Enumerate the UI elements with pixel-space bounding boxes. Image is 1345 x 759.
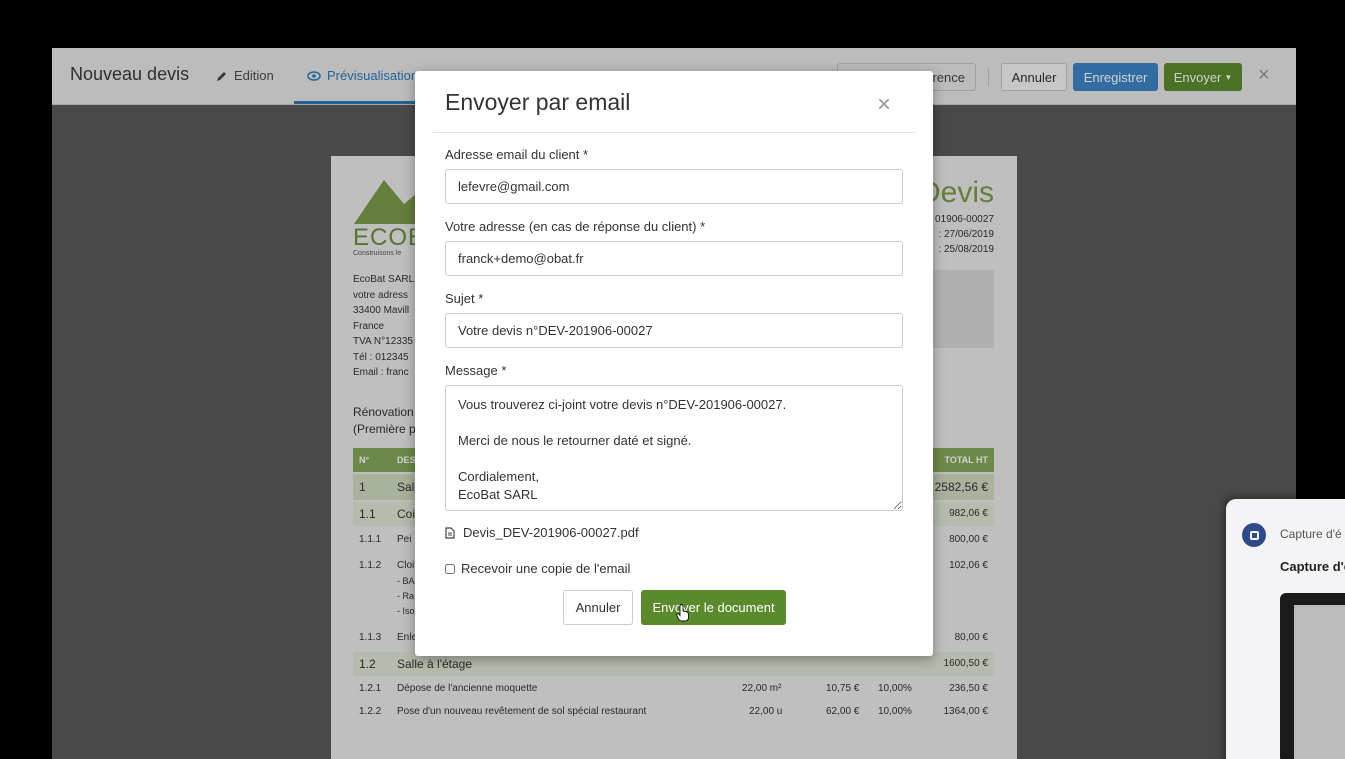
screen: Nouveau devis Edition Prévisualisation r… [0,0,1345,759]
reply-address-label: Votre adresse (en cas de réponse du clie… [445,219,706,234]
capture-notification[interactable]: Capture d'é Capture d'é [1226,499,1345,759]
client-email-field[interactable] [445,169,903,204]
modal-divider [433,132,915,133]
subject-field[interactable] [445,313,903,348]
hand-cursor-icon [676,604,689,622]
modal-close-icon[interactable]: × [877,91,891,119]
screenshot-icon [1242,523,1266,547]
send-email-modal: Envoyer par email × Adresse email du cli… [415,71,933,656]
message-textarea[interactable]: Vous trouverez ci-joint votre devis n°DE… [445,385,903,511]
capture-thumbnail[interactable] [1280,593,1345,759]
send-document-button[interactable]: Envoyer le document [641,590,786,625]
attachment[interactable]: Devis_DEV-201906-00027.pdf [445,525,639,540]
attachment-filename: Devis_DEV-201906-00027.pdf [463,525,639,540]
copy-checkbox[interactable] [445,563,455,574]
capture-title: Capture d'é [1280,559,1345,574]
modal-cancel-button[interactable]: Annuler [563,590,633,625]
capture-subtitle: Capture d'é [1280,527,1342,541]
reply-address-field[interactable] [445,241,903,276]
modal-title: Envoyer par email [445,89,631,115]
copy-option: Recevoir une copie de l'email [445,561,630,576]
file-icon [445,526,455,539]
send-document-label: Envoyer le document [652,600,775,615]
client-email-label: Adresse email du client * [445,147,589,162]
modal-cancel-label: Annuler [575,600,621,615]
capture-thumbnail-content [1294,605,1345,759]
subject-label: Sujet * [445,291,484,306]
copy-label: Recevoir une copie de l'email [461,561,631,576]
message-label: Message * [445,363,507,378]
